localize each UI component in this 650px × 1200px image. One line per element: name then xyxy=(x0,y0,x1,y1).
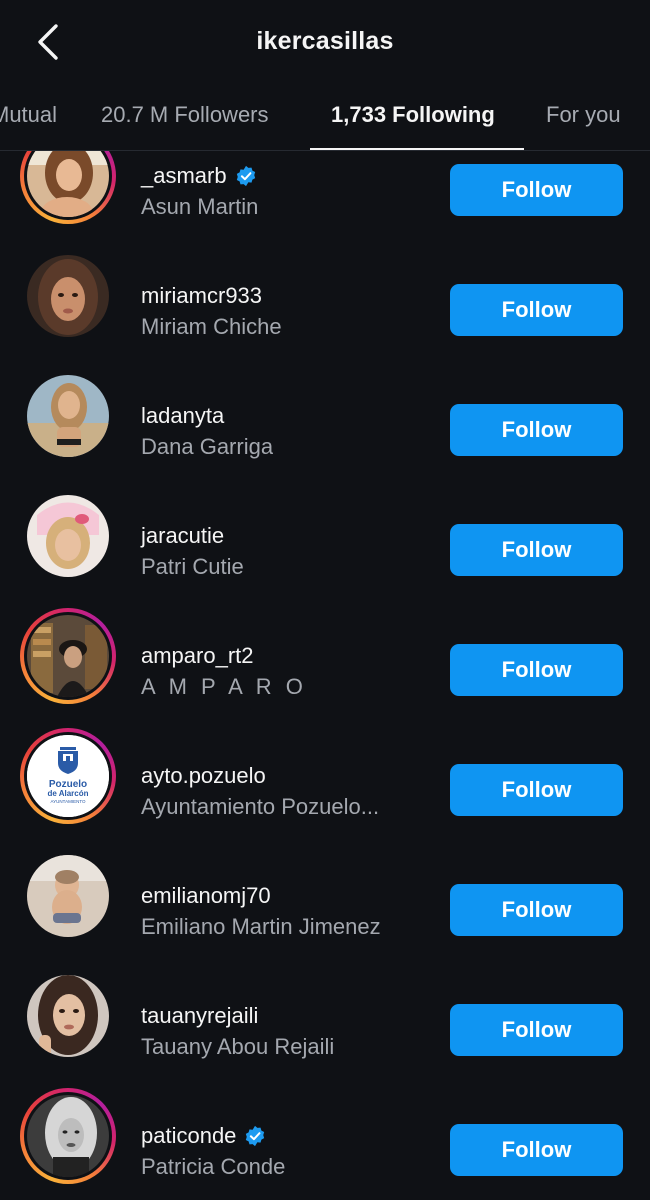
username[interactable]: jaracutie xyxy=(141,523,224,549)
avatar-container[interactable] xyxy=(20,848,116,944)
list-item[interactable]: emilianomj70 Emiliano Martin Jimenez Fol… xyxy=(0,845,650,965)
list-item[interactable]: amparo_rt2 A M P A R O Follow xyxy=(0,605,650,725)
follow-button[interactable]: Follow xyxy=(450,644,623,696)
avatar-container[interactable] xyxy=(20,248,116,344)
verified-badge-icon xyxy=(236,165,255,187)
pozuelo-logo-icon: Pozuelo de Alarcón AYUNTAMIENTO xyxy=(27,735,109,817)
avatar-container[interactable] xyxy=(20,368,116,464)
avatar-container[interactable] xyxy=(20,488,116,584)
username[interactable]: miriamcr933 xyxy=(141,283,262,309)
list-item[interactable]: ladanyta Dana Garriga Follow xyxy=(0,365,650,485)
avatar xyxy=(27,495,109,577)
avatar-story-ring[interactable]: Pozuelo de Alarcón AYUNTAMIENTO xyxy=(20,728,116,824)
username[interactable]: _asmarb xyxy=(141,163,257,189)
list-item[interactable]: jaracutie Patri Cutie Follow xyxy=(0,485,650,605)
list-item[interactable]: paticonde Patricia Conde Follow xyxy=(0,1085,650,1200)
full-name: Miriam Chiche xyxy=(141,314,282,339)
avatar-story-ring[interactable] xyxy=(20,608,116,704)
full-name: Tauany Abou Rejaili xyxy=(141,1034,335,1059)
avatar xyxy=(27,975,109,1057)
tab-followers[interactable]: 20.7 M Followers xyxy=(101,102,269,128)
full-name: Emiliano Martin Jimenez xyxy=(141,914,381,939)
tab-for-you[interactable]: For you xyxy=(546,102,621,128)
list-item[interactable]: Pozuelo de Alarcón AYUNTAMIENTO ayto.poz… xyxy=(0,725,650,845)
follow-button[interactable]: Follow xyxy=(450,524,623,576)
list-item[interactable]: tauanyrejaili Tauany Abou Rejaili Follow xyxy=(0,965,650,1085)
username[interactable]: tauanyrejaili xyxy=(141,1003,258,1029)
username[interactable]: emilianomj70 xyxy=(141,883,271,909)
follow-button[interactable]: Follow xyxy=(450,164,623,216)
full-name: Ayuntamiento Pozuelo... xyxy=(141,794,380,819)
follow-button[interactable]: Follow xyxy=(450,404,623,456)
avatar xyxy=(27,151,109,217)
logo-line-2: de Alarcón xyxy=(47,789,88,798)
avatar xyxy=(27,615,109,697)
active-tab-indicator xyxy=(310,148,524,150)
full-name: Patri Cutie xyxy=(141,554,244,579)
avatar-story-ring[interactable] xyxy=(20,1088,116,1184)
follow-button[interactable]: Follow xyxy=(450,884,623,936)
follow-button[interactable]: Follow xyxy=(450,284,623,336)
tab-mutual[interactable]: Mutual xyxy=(0,102,57,128)
avatar-container[interactable] xyxy=(20,968,116,1064)
follow-button[interactable]: Follow xyxy=(450,1124,623,1176)
username[interactable]: ladanyta xyxy=(141,403,224,429)
follow-button[interactable]: Follow xyxy=(450,764,623,816)
header: ikercasillas xyxy=(0,0,650,85)
username[interactable]: amparo_rt2 xyxy=(141,643,254,669)
page-title: ikercasillas xyxy=(256,27,394,55)
username[interactable]: paticonde xyxy=(141,1123,266,1149)
avatar xyxy=(27,855,109,937)
list-item[interactable]: miriamcr933 Miriam Chiche Follow xyxy=(0,245,650,365)
full-name: A M P A R O xyxy=(141,674,307,699)
verified-badge-icon xyxy=(246,1125,265,1147)
avatar xyxy=(27,255,109,337)
logo-line-3: AYUNTAMIENTO xyxy=(50,799,86,804)
full-name: Dana Garriga xyxy=(141,434,274,459)
username[interactable]: ayto.pozuelo xyxy=(141,763,266,789)
avatar xyxy=(27,375,109,457)
full-name: Patricia Conde xyxy=(141,1154,286,1179)
avatar xyxy=(27,1095,109,1177)
tab-following[interactable]: 1,733 Following xyxy=(331,102,495,128)
full-name: Asun Martin xyxy=(141,194,259,219)
list-item[interactable]: _asmarb Asun Martin Follow xyxy=(0,151,650,245)
follow-button[interactable]: Follow xyxy=(450,1004,623,1056)
avatar: Pozuelo de Alarcón AYUNTAMIENTO xyxy=(27,735,109,817)
tab-bar: Mutual 20.7 M Followers 1,733 Following … xyxy=(0,85,650,151)
following-list[interactable]: _asmarb Asun Martin Follow miriamcr933 M… xyxy=(0,151,650,1200)
avatar-story-ring[interactable] xyxy=(20,151,116,224)
